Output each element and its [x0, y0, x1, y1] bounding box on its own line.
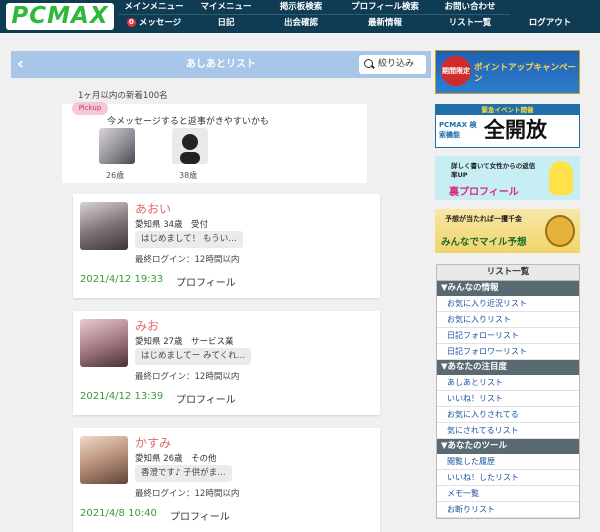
sidebar-section-everyone: ▼みんなの情報	[437, 281, 579, 296]
top-header: PCMAX メインメニュー マイメニュー 掲示板検索 プロフィール検索 お問い合…	[0, 0, 600, 33]
user-name[interactable]: かすみ	[135, 434, 171, 451]
nav-profile-search[interactable]: プロフィール検索	[340, 0, 430, 15]
visit-date: 2021/4/12 13:39	[80, 391, 164, 402]
footprint-card[interactable]: みお 愛知県 27歳 サービス業 はじめましてー みてくれ… 最終ログイン：12…	[73, 311, 380, 415]
filter-label: 絞り込み	[378, 59, 415, 69]
pickup-user-age: 38歳	[179, 171, 198, 180]
user-avatar[interactable]	[80, 319, 128, 367]
sidebar-section-tools: ▼あなたのツール	[437, 439, 579, 454]
pickup-user-avatar[interactable]	[99, 128, 135, 164]
sidebar-item-footprints[interactable]: あしあとリスト	[437, 375, 579, 391]
pickup-user-avatar[interactable]	[172, 128, 208, 164]
nav-logout[interactable]: ログアウト	[510, 16, 590, 31]
mascot-icon	[549, 161, 573, 195]
user-info: 愛知県 34歳 受付	[135, 220, 209, 230]
mile-prediction-sub: 予想が当たれば一攫千金	[445, 215, 522, 223]
last-login: 最終ログイン：12時間以内	[135, 372, 240, 382]
visit-date: 2021/4/12 19:33	[80, 274, 164, 285]
sidebar-item-liked[interactable]: いいね！したリスト	[437, 470, 579, 486]
nav-main-menu[interactable]: メインメニュー	[118, 0, 190, 15]
visit-date: 2021/4/8 10:40	[80, 508, 157, 519]
hidden-profile-title: 裏プロフィール	[449, 187, 519, 198]
hidden-profile-banner[interactable]: 詳しく書いて女性からの返信率UP 裏プロフィール	[435, 156, 580, 200]
profile-link[interactable]: プロフィール	[176, 274, 236, 289]
nav-contact[interactable]: お問い合わせ	[430, 0, 510, 15]
footprint-card[interactable]: あおい 愛知県 34歳 受付 はじめまして！ もうい… 最終ログイン：12時間以…	[73, 194, 380, 298]
last-login: 最終ログイン：12時間以内	[135, 255, 240, 265]
nav-latest-info[interactable]: 最新情報	[340, 16, 430, 31]
sidebar-item-diary-follow[interactable]: 日記フォローリスト	[437, 328, 579, 344]
sidebar-item-memos[interactable]: メモ一覧	[437, 486, 579, 502]
profile-link[interactable]: プロフィール	[176, 391, 236, 406]
search-feature-label: PCMAX 検索機能	[439, 121, 477, 139]
nav-board-search[interactable]: 掲示板検索	[262, 0, 340, 15]
hidden-profile-sub: 詳しく書いて女性からの返信率UP	[451, 162, 536, 179]
mile-prediction-title: みんなでマイル予想	[441, 237, 527, 248]
pickup-user-age: 26歳	[106, 171, 125, 180]
point-up-banner[interactable]: 期間限定 ポイントアップキャンペーン	[435, 50, 580, 94]
pickup-message: 今メッセージすると返事がきやすいかも	[107, 117, 269, 127]
nav-message[interactable]: 0 メッセージ	[118, 16, 190, 31]
pcmax-logo[interactable]: PCMAX	[6, 3, 114, 30]
point-up-text: ポイントアップキャンペーン	[474, 63, 577, 84]
sidebar-item-favorited-by[interactable]: お気に入りされてる	[437, 407, 579, 423]
sidebar-item-history[interactable]: 閲覧した履歴	[437, 454, 579, 470]
sidebar-item-fav-recent[interactable]: お気に入り近況リスト	[437, 296, 579, 312]
user-info: 愛知県 27歳 サービス業	[135, 337, 234, 347]
logo-text: PCMAX	[11, 3, 109, 29]
nav-my-menu[interactable]: マイメニュー	[190, 0, 262, 15]
nav-list[interactable]: リスト一覧	[430, 16, 510, 31]
list-sidebar: リスト一覧 ▼みんなの情報 お気に入り近況リスト お気に入りリスト 日記フォロー…	[436, 264, 580, 519]
sidebar-item-fav-list[interactable]: お気に入りリスト	[437, 312, 579, 328]
default-avatar-icon	[180, 134, 200, 164]
full-open-text: 全開放	[484, 118, 547, 142]
user-avatar[interactable]	[80, 202, 128, 250]
message-preview: はじめまして！ もうい…	[135, 231, 243, 248]
sidebar-item-likes[interactable]: いいね！リスト	[437, 391, 579, 407]
sidebar-section-attention: ▼あなたの注目度	[437, 360, 579, 375]
event-strip: 緊急イベント開催	[436, 105, 579, 115]
user-info: 愛知県 26歳 その他	[135, 454, 217, 464]
nav-meet-confirm[interactable]: 出会確認	[262, 16, 340, 31]
search-open-banner[interactable]: 緊急イベント開催 PCMAX 検索機能 全開放	[435, 104, 580, 148]
filter-button[interactable]: 絞り込み	[359, 55, 426, 74]
pickup-tag: Pickup	[72, 102, 108, 115]
mile-prediction-banner[interactable]: 予想が当たれば一攫千金 みんなでマイル予想	[435, 209, 580, 253]
newest-heading: 1ヶ月以内の新着100名	[78, 91, 168, 101]
sidebar-title: リスト一覧	[437, 265, 579, 281]
user-name[interactable]: みお	[135, 317, 159, 334]
user-name[interactable]: あおい	[135, 200, 171, 217]
sidebar-item-diary-follower[interactable]: 日記フォロワーリスト	[437, 344, 579, 360]
message-preview: 香澄です♪ 子供がま…	[135, 465, 232, 482]
nav-message-label: メッセージ	[138, 18, 182, 28]
user-avatar[interactable]	[80, 436, 128, 484]
search-icon	[364, 59, 373, 68]
sidebar-item-watched-by[interactable]: 気にされてるリスト	[437, 423, 579, 439]
footprint-card[interactable]: かすみ 愛知県 26歳 その他 香澄です♪ 子供がま… 最終ログイン：12時間以…	[73, 428, 380, 532]
nav-diary[interactable]: 日記	[190, 16, 262, 31]
sidebar-item-blocked[interactable]: お断りリスト	[437, 502, 579, 518]
mascot-coin-icon	[545, 215, 575, 247]
message-preview: はじめましてー みてくれ…	[135, 348, 252, 365]
message-badge: 0	[126, 18, 136, 27]
page-titlebar: ‹ あしあとリスト 絞り込み	[11, 51, 431, 78]
last-login: 最終ログイン：12時間以内	[135, 489, 240, 499]
limited-badge: 期間限定	[441, 56, 471, 86]
